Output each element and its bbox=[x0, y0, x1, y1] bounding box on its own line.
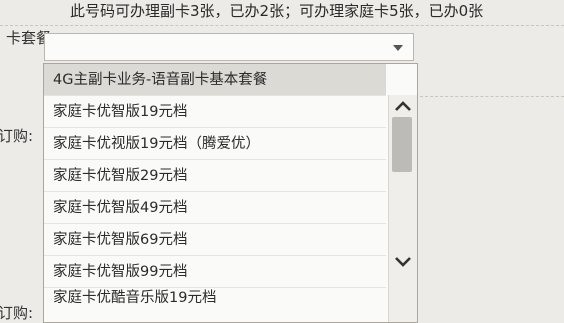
dropdown-option[interactable]: 家庭卡优智版49元档 bbox=[44, 192, 386, 224]
row-divider bbox=[0, 25, 564, 26]
scroll-thumb[interactable] bbox=[392, 117, 412, 172]
chevron-up-icon[interactable] bbox=[389, 95, 417, 117]
subscribe-label: 订购: bbox=[0, 127, 34, 145]
dropdown-scrollbar[interactable] bbox=[388, 95, 417, 322]
dropdown-option-list: 4G主副卡业务-语音副卡基本套餐 家庭卡优智版19元档 家庭卡优视版19元档（腾… bbox=[44, 64, 386, 310]
card-plan-select[interactable] bbox=[44, 33, 414, 61]
dropdown-option[interactable]: 家庭卡优智版69元档 bbox=[44, 224, 386, 256]
dropdown-option[interactable]: 家庭卡优酷音乐版19元档 bbox=[44, 288, 386, 310]
chevron-down-icon[interactable] bbox=[389, 251, 417, 273]
dropdown-option[interactable]: 家庭卡优智版29元档 bbox=[44, 160, 386, 192]
card-plan-label: 卡套餐 bbox=[0, 29, 52, 47]
dropdown-option[interactable]: 家庭卡优智版99元档 bbox=[44, 256, 386, 288]
row-divider bbox=[420, 96, 564, 97]
dropdown-option[interactable]: 4G主副卡业务-语音副卡基本套餐 bbox=[44, 64, 386, 96]
card-plan-label-text: 卡套餐 bbox=[6, 29, 52, 47]
dropdown-option[interactable]: 家庭卡优智版19元档 bbox=[44, 96, 386, 128]
caret-down-icon[interactable] bbox=[393, 45, 403, 51]
dropdown-option[interactable]: 家庭卡优视版19元档（腾爱优） bbox=[44, 128, 386, 160]
card-plan-dropdown[interactable]: 4G主副卡业务-语音副卡基本套餐 家庭卡优智版19元档 家庭卡优视版19元档（腾… bbox=[43, 63, 418, 323]
quota-notice: 此号码可办理副卡3张，已办2张；可办理家庭卡5张，已办0张 bbox=[70, 2, 484, 20]
subscribe-label-bottom: 订购: bbox=[0, 304, 34, 322]
